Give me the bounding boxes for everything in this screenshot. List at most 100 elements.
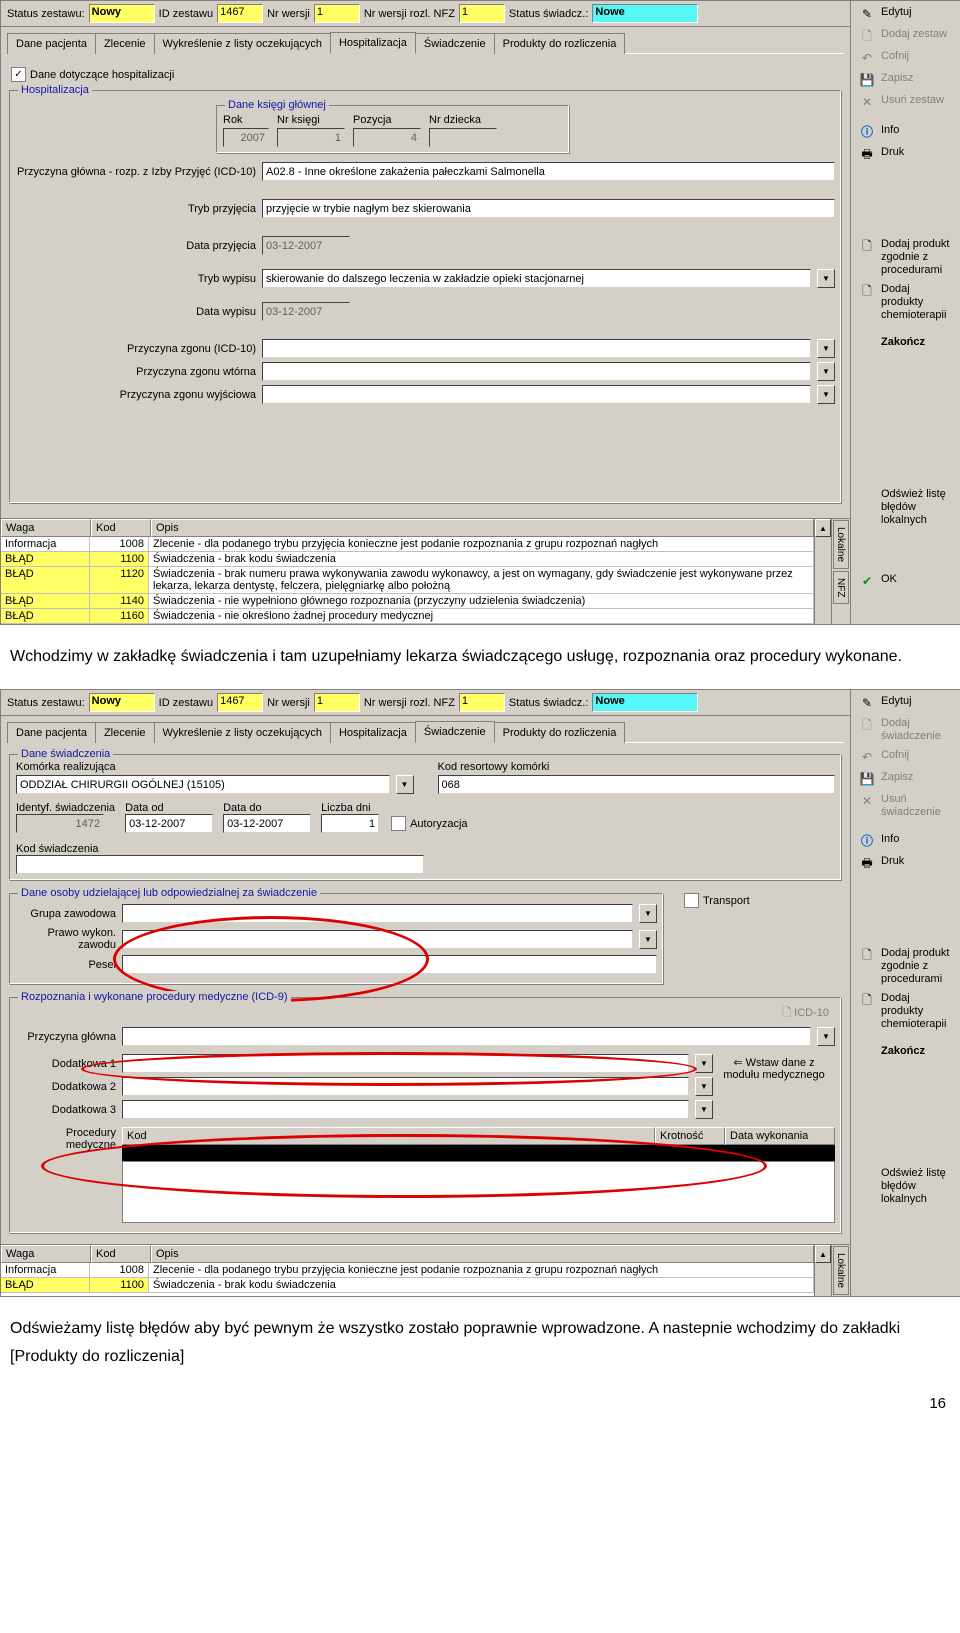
data-od-field[interactable]: 03-12-2007 — [125, 814, 213, 833]
tab-zlecenie[interactable]: Zlecenie — [95, 722, 155, 743]
wstaw-button[interactable]: ⇐ Wstaw dane z modułu medycznego — [713, 1050, 835, 1123]
scroll-up-icon[interactable]: ▲ — [815, 519, 831, 537]
prawo-field[interactable] — [122, 930, 633, 949]
scrollbar[interactable]: ▲ — [814, 519, 831, 624]
nrksiegi-label: Nr księgi — [277, 114, 345, 126]
side-panel-lower: ✎Edytuj 🗋Dodaj świadczenie ↶Cofnij 💾Zapi… — [850, 690, 960, 1296]
vtab-lokalne[interactable]: Lokalne — [833, 520, 849, 569]
group-title: Dane świadczenia — [18, 748, 113, 760]
scrollbar[interactable]: ▲ — [814, 1245, 831, 1296]
tryb-wypisu-label: Tryb wypisu — [16, 273, 256, 285]
document-paragraph: Odświeżamy listę błędów aby być pewnym ż… — [0, 1297, 960, 1389]
tab-wykreslenie[interactable]: Wykreślenie z listy oczekujących — [154, 722, 331, 743]
tab-wykreslenie[interactable]: Wykreślenie z listy oczekujących — [154, 33, 331, 54]
tab-hospitalizacja[interactable]: Hospitalizacja — [330, 722, 416, 743]
info-button[interactable]: ⓘInfo — [851, 121, 960, 143]
col-waga[interactable]: Waga — [1, 519, 91, 537]
dropdown-icon[interactable]: ▼ — [639, 930, 657, 949]
rok-field: 2007 — [223, 128, 269, 147]
zgon-label: Przyczyna zgonu (ICD-10) — [16, 343, 256, 355]
dropdown-icon[interactable]: ▼ — [817, 385, 835, 404]
tab-hospitalizacja[interactable]: Hospitalizacja — [330, 32, 416, 54]
undo-icon: ↶ — [859, 749, 875, 765]
dropdown-icon[interactable]: ▼ — [817, 339, 835, 358]
add-chemo-button[interactable]: 🗋Dodaj produkty chemioterapii — [851, 989, 960, 1034]
kom-label: Komórka realizująca — [16, 761, 414, 773]
zgon-wtorna-field[interactable] — [262, 362, 811, 381]
edit-icon: ✎ — [859, 695, 875, 711]
tab-produkty[interactable]: Produkty do rozliczenia — [494, 722, 626, 743]
tab-zlecenie[interactable]: Zlecenie — [95, 33, 155, 54]
table-row[interactable]: BŁĄD1140Świadczenia - nie wypełniono głó… — [1, 594, 814, 609]
pesel-field[interactable] — [122, 955, 657, 974]
dropdown-icon[interactable]: ▼ — [695, 1054, 713, 1073]
dropdown-icon[interactable]: ▼ — [695, 1100, 713, 1119]
kodres-field[interactable]: 068 — [438, 775, 836, 794]
hospitalization-checkbox[interactable]: ✓ Dane dotyczące hospitalizacji — [11, 67, 840, 82]
table-row[interactable]: BŁĄD1100Świadczenia - brak kodu świadcze… — [1, 552, 814, 567]
print-button[interactable]: 🖶Druk — [851, 143, 960, 165]
dropdown-icon[interactable]: ▼ — [396, 775, 414, 794]
dod1-field[interactable] — [122, 1054, 689, 1073]
col-opis[interactable]: Opis — [151, 519, 814, 537]
add-chemo-button[interactable]: 🗋Dodaj produkty chemioterapii — [851, 280, 960, 325]
zgon-field[interactable] — [262, 339, 811, 358]
proc-table-body[interactable] — [122, 1161, 835, 1223]
nfz-value: 1 — [459, 4, 505, 23]
table-row[interactable]: Informacja1008Zlecenie - dla podanego tr… — [1, 537, 814, 552]
kodsw-field[interactable] — [16, 855, 424, 874]
dropdown-icon[interactable]: ▼ — [695, 1077, 713, 1096]
autoryzacja-checkbox[interactable]: Autoryzacja — [391, 816, 467, 831]
grupa-field[interactable] — [122, 904, 633, 923]
id-value: 1467 — [217, 4, 263, 23]
group-title: Hospitalizacja — [18, 84, 92, 96]
close-button[interactable]: Zakończ — [851, 333, 960, 355]
table-row[interactable] — [122, 1145, 835, 1161]
table-row[interactable]: Informacja1008Zlecenie - dla podanego tr… — [1, 1263, 814, 1278]
add-product-button[interactable]: 🗋Dodaj produkt zgodnie z procedurami — [851, 944, 960, 989]
print-button[interactable]: 🖶Druk — [851, 852, 960, 874]
undo-button: ↶Cofnij — [851, 746, 960, 768]
kom-field[interactable]: ODDZIAŁ CHIRURGII OGÓLNEJ (15105) — [16, 775, 390, 794]
close-button[interactable]: Zakończ — [851, 1042, 960, 1064]
table-row[interactable]: BŁĄD1160Świadczenia - nie określono żadn… — [1, 609, 814, 624]
status-bar: Status zestawu: Nowy ID zestawu 1467 Nr … — [1, 690, 850, 716]
dni-field[interactable]: 1 — [321, 814, 379, 833]
dod3-field[interactable] — [122, 1100, 689, 1119]
col-kod[interactable]: Kod — [91, 519, 151, 537]
dropdown-icon[interactable]: ▼ — [817, 362, 835, 381]
tab-swiadczenie[interactable]: Świadczenie — [415, 721, 495, 743]
edit-button[interactable]: ✎Edytuj — [851, 692, 960, 714]
scroll-up-icon[interactable]: ▲ — [815, 1245, 831, 1263]
przyczyna-field[interactable] — [122, 1027, 811, 1046]
table-row[interactable]: BŁĄD1120Świadczenia - brak numeru prawa … — [1, 567, 814, 594]
tab-produkty[interactable]: Produkty do rozliczenia — [494, 33, 626, 54]
tab-swiadczenie[interactable]: Świadczenie — [415, 33, 495, 54]
document-icon: 🗋 — [859, 238, 875, 254]
undo-icon: ↶ — [859, 50, 875, 66]
table-row[interactable]: BŁĄD1100Świadczenia - brak kodu świadcze… — [1, 1278, 814, 1293]
refresh-button[interactable]: Odśwież listę błędów lokalnych — [851, 1164, 960, 1209]
data-do-field[interactable]: 03-12-2007 — [223, 814, 311, 833]
tab-dane-pacjenta[interactable]: Dane pacjenta — [7, 33, 96, 54]
refresh-button[interactable]: Odśwież listę błędów lokalnych — [851, 485, 960, 530]
dod2-field[interactable] — [122, 1077, 689, 1096]
przyczyna-glowna-field[interactable]: A02.8 - Inne określone zakażenia pałeczk… — [262, 162, 835, 181]
vtab-nfz[interactable]: NFZ — [833, 571, 849, 604]
save-icon: 💾 — [859, 72, 875, 88]
dropdown-icon[interactable]: ▼ — [817, 269, 835, 288]
dropdown-icon[interactable]: ▼ — [639, 904, 657, 923]
tryb-przyjecia-field[interactable]: przyjęcie w trybie nagłym bez skierowani… — [262, 199, 835, 218]
ok-button[interactable]: ✔OK — [851, 570, 960, 592]
dropdown-icon[interactable]: ▼ — [817, 1027, 835, 1046]
zgon-wyj-label: Przyczyna zgonu wyjściowa — [16, 389, 256, 401]
zgon-wyj-field[interactable] — [262, 385, 811, 404]
tryb-wypisu-field[interactable]: skierowanie do dalszego leczenia w zakła… — [262, 269, 811, 288]
tab-dane-pacjenta[interactable]: Dane pacjenta — [7, 722, 96, 743]
transport-checkbox[interactable]: Transport — [684, 893, 840, 908]
add-button: 🗋Dodaj zestaw — [851, 25, 960, 47]
info-button[interactable]: ⓘInfo — [851, 830, 960, 852]
add-product-button[interactable]: 🗋Dodaj produkt zgodnie z procedurami — [851, 235, 960, 280]
id-label: ID zestawu — [159, 8, 213, 20]
edit-button[interactable]: ✎Edytuj — [851, 3, 960, 25]
